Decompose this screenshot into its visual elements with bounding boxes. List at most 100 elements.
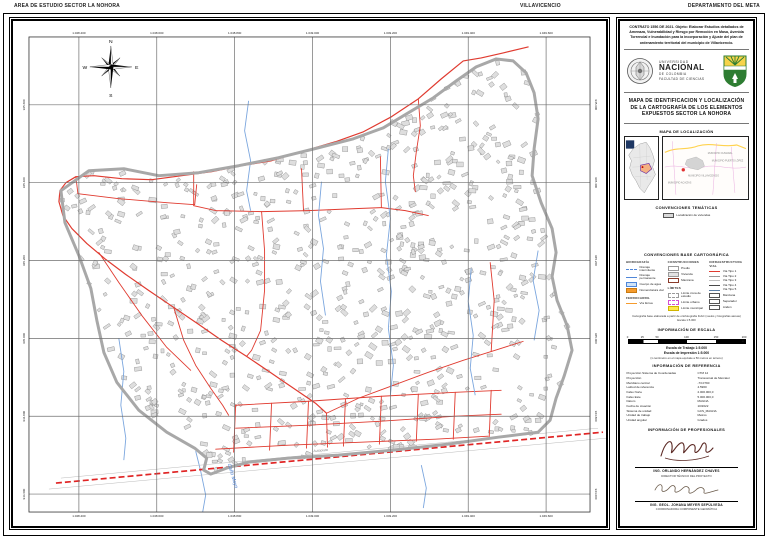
professional-2-role: COORDINADORA COMPONENTE GEOMÁTICA: [655, 507, 718, 512]
building: [221, 222, 227, 228]
legend-column-header: CONSTRUCCIONES: [667, 260, 699, 265]
building: [466, 200, 472, 205]
legend-item: Vía férrea: [626, 300, 664, 305]
building: [306, 380, 312, 386]
building: [121, 375, 128, 381]
x-coordinate-label: 1.048.600: [150, 31, 164, 35]
legend-item: Andén: [709, 305, 747, 311]
building: [518, 169, 524, 175]
scale-tick-label: 150: [713, 334, 719, 339]
building: [205, 400, 211, 406]
legend-column-subheader: LÍMITES: [667, 286, 681, 291]
signature-2-icon: [654, 484, 718, 494]
building: [438, 328, 443, 333]
legend-swatch: [626, 282, 637, 288]
legend-swatch: [667, 265, 679, 271]
scale-tick-label: 200 m: [741, 334, 747, 343]
building: [350, 412, 356, 419]
legend-panel: CONTRATO 1556 DE 2021. Objeto: Elaborar …: [616, 17, 757, 530]
university-line2: NACIONAL: [659, 63, 705, 73]
header-study-area: AREA DE ESTUDIO SECTOR LA NOHORA: [14, 3, 120, 9]
building: [494, 141, 501, 148]
building: [493, 297, 500, 303]
building: [322, 320, 329, 324]
building: [395, 310, 403, 317]
building: [511, 429, 516, 433]
building: [537, 273, 547, 280]
header-department: DEPARTAMENTO DEL META: [687, 3, 760, 9]
building: [146, 385, 152, 390]
base-cartography-legend: HIDROGRAFÍA Drenaje intermitente Drenaje p…: [624, 259, 749, 312]
building: [345, 438, 353, 443]
legend-swatch: [667, 278, 679, 284]
legend-item: Drenaje permanente: [626, 273, 664, 281]
building: [451, 293, 458, 300]
legend-swatch: [626, 302, 637, 304]
building: [382, 220, 387, 227]
x-coordinate-label: 1.049.600: [539, 514, 553, 518]
building: [492, 367, 500, 373]
location-maps: MUNICIPIO CUMARAL MUNICIPIO PUERTO LÓPEZ…: [624, 136, 749, 201]
building: [442, 181, 451, 186]
building: [198, 223, 203, 229]
university-line4: FACULTAD DE CIENCIAS: [659, 77, 705, 82]
building: [358, 412, 364, 418]
section-profesionales-header: INFORMACIÓN DE PROFESIONALES: [647, 427, 726, 433]
y-coordinate-label: 945.000: [594, 333, 598, 344]
building: [399, 129, 408, 136]
legend-item: Límite municipal: [667, 306, 706, 312]
building: [378, 416, 386, 421]
legend-swatch: [626, 276, 637, 278]
building: [156, 256, 163, 263]
region-inset-map: MUNICIPIO CUMARAL MUNICIPIO PUERTO LÓPEZ…: [662, 136, 749, 201]
building: [202, 351, 207, 355]
scale-tick-label: 50: [655, 334, 659, 339]
building: [352, 248, 359, 252]
building: [332, 193, 338, 198]
scale-tick-label: 0: [626, 334, 629, 339]
legend-swatch: [709, 293, 721, 299]
building: [468, 188, 477, 194]
building: [300, 153, 307, 158]
compass-letter: S: [109, 93, 113, 99]
legend-item-label: Límite urbano: [681, 299, 700, 304]
legend-swatch: [667, 272, 679, 278]
legend-item-label: Predio: [681, 265, 690, 270]
x-coordinate-label: 1.049.200: [384, 514, 398, 518]
building: [356, 164, 362, 171]
legend-swatch: [709, 305, 721, 311]
building: [180, 214, 186, 219]
building: [202, 395, 207, 399]
building: [503, 92, 508, 98]
scale-print: Escala de Impresión 1:5.000: [663, 351, 710, 356]
legend-swatch: [709, 289, 721, 291]
legend-item-label: Vía férrea: [639, 300, 653, 305]
building: [387, 358, 396, 365]
professional-1-role: DIRECTOR TÉCNICO DEL PROYECTO: [661, 473, 712, 478]
building: [511, 316, 517, 323]
legend-item-label: Cuerpo de agua: [639, 281, 662, 286]
building: [302, 160, 308, 166]
region-label: MUNICIPIO VILLAVICENCIO: [688, 174, 719, 177]
building: [338, 173, 345, 178]
building: [362, 311, 370, 318]
building: [269, 198, 276, 204]
building: [477, 71, 483, 77]
building: [445, 300, 453, 307]
legend-swatch: [626, 288, 637, 294]
x-coordinate-label: 1.048.400: [72, 514, 86, 518]
reference-table: Proyección Sistema de Coordenadas CTM 12 P…: [627, 371, 747, 422]
building: [322, 371, 329, 376]
building: [513, 185, 522, 190]
building: [210, 182, 217, 187]
building: [253, 220, 259, 224]
building: [463, 248, 470, 253]
legend-item: Manzana: [667, 278, 706, 284]
building: [521, 215, 529, 221]
stream-line: [195, 451, 207, 513]
compass-letter: E: [135, 65, 139, 71]
section-escala-header: INFORMACIÓN DE ESCALA: [657, 326, 716, 332]
building: [302, 172, 309, 177]
legend-item-label: Vivienda: [681, 271, 693, 276]
legend-item-label: Vía Tipo 1: [722, 268, 737, 273]
